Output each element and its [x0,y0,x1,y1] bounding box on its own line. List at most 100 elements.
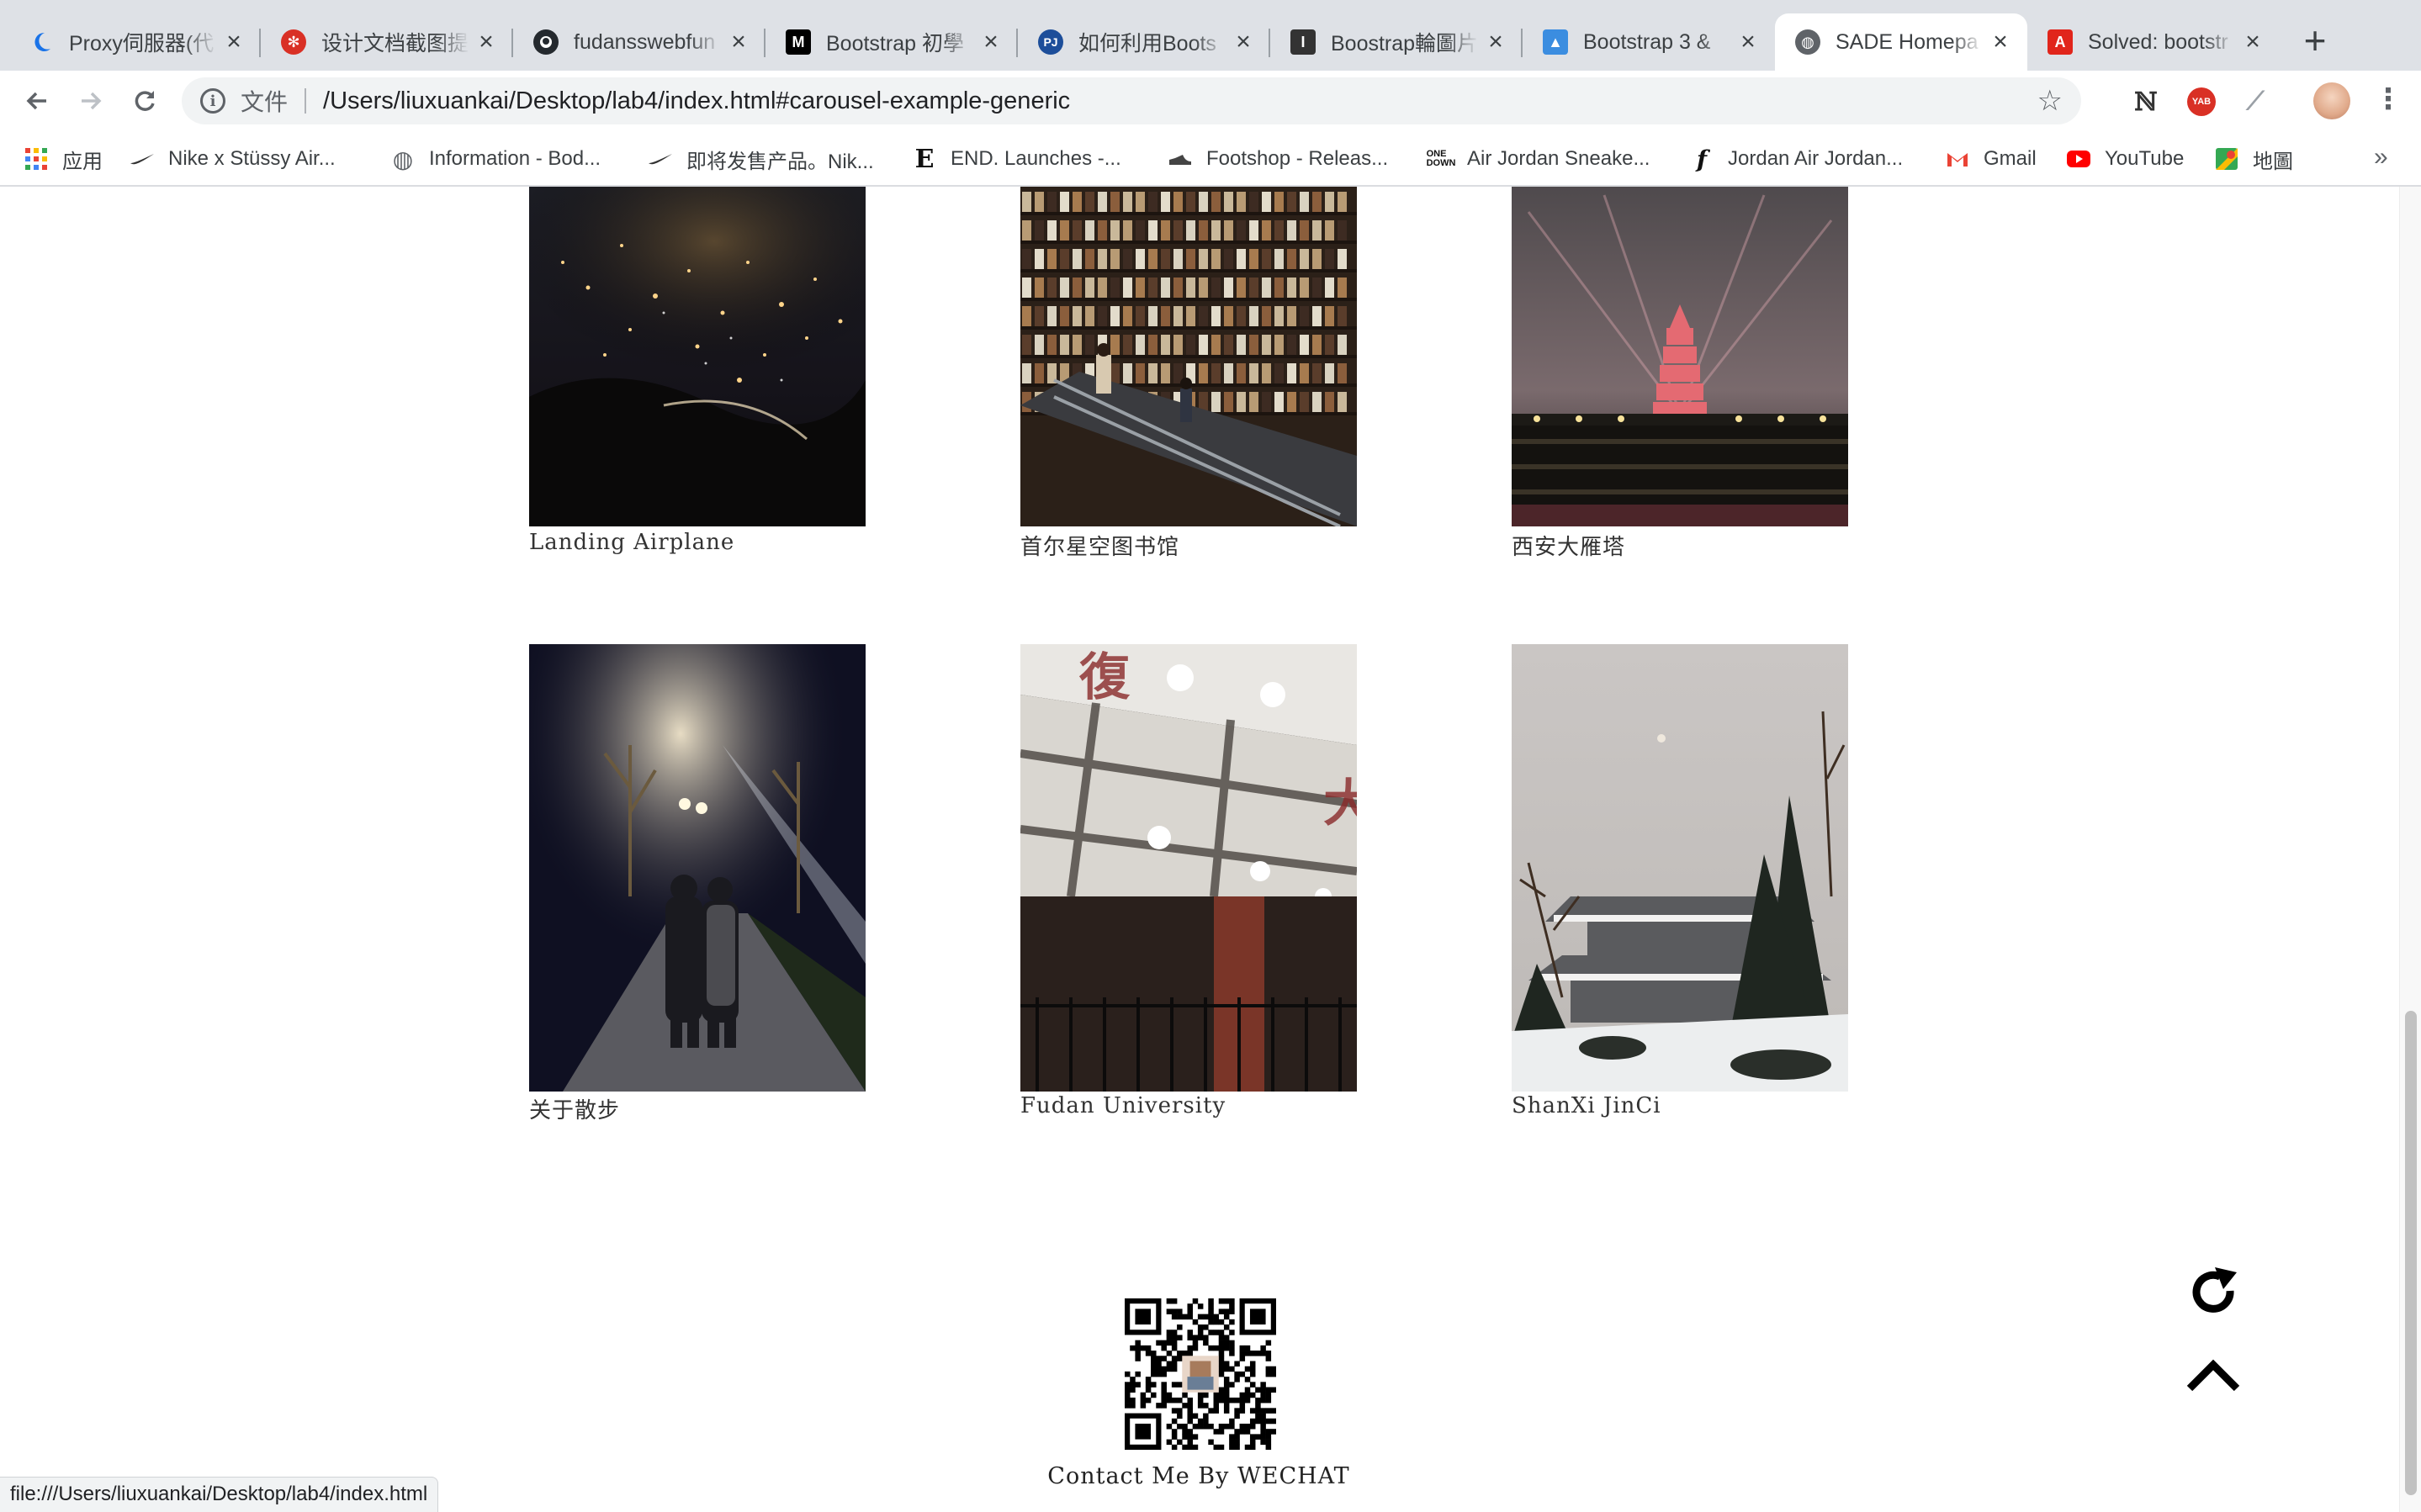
bookmark-label: Information - Bod... [429,147,601,170]
footshop-icon [1168,146,1193,172]
bookmark-star-icon[interactable]: ☆ [2037,84,2063,118]
tab-close-icon[interactable]: × [474,28,498,56]
tab-close-icon[interactable]: × [1989,28,2012,56]
tab-bootstrap-carousel[interactable]: I Boostrap輪圖片 × [1270,13,1523,71]
tab-design-doc[interactable]: ✻ 设计文档截图提 × [261,13,513,71]
bookmark-end-launches[interactable]: E END. Launches -... [912,141,1121,177]
gallery-photo-pagoda[interactable] [1512,187,1848,526]
gallery-photo-jinci[interactable] [1512,644,1848,1092]
bookmark-jordan[interactable]: f Jordan Air Jordan... [1689,141,1903,177]
tab-title: fudansswebfun [574,29,716,54]
gallery-caption: 西安大雁塔 [1512,535,1626,560]
gmail-icon [1945,146,1970,172]
tab-title: 设计文档截图提 [321,32,469,56]
tab-close-icon[interactable]: × [222,28,246,56]
omnibox-divider [305,88,307,114]
scrollbar-thumb[interactable] [2405,1011,2417,1495]
gallery-caption: 首尔星空图书馆 [1020,535,1180,560]
extension-slash-icon[interactable]: ⟋ [2239,86,2271,118]
tab-proxy[interactable]: Proxy伺服器(代 × [8,13,261,71]
maps-icon [2214,146,2239,172]
tab-close-icon[interactable]: × [727,28,750,56]
youtube-icon [2066,146,2091,172]
bookmark-label: 地圖 [2253,150,2293,173]
tab-close-icon[interactable]: × [1736,28,1760,56]
tab-solved-bootstrap[interactable]: A Solved: bootstr × [2027,13,2280,71]
tab-close-icon[interactable]: × [979,28,1003,56]
back-button[interactable] [19,82,56,119]
back-to-top-button[interactable] [2184,1345,2243,1404]
gallery-caption: 关于散步 [529,1098,621,1123]
url-text[interactable]: /Users/liuxuankai/Desktop/lab4/index.htm… [323,87,1070,115]
tab-bootstrap-3[interactable]: ▲ Bootstrap 3 & × [1523,13,1775,71]
svg-text:復: 復 [1078,648,1131,707]
tab-bootstrap-medium[interactable]: M Bootstrap 初學 × [766,13,1018,71]
bookmarks-bar: 应用 Nike x Stüssy Air... ◍ Information - … [0,131,2421,187]
tab-title: Solved: bootstr [2088,29,2228,54]
bookmark-air-jordan[interactable]: ONE DOWN Air Jordan Sneake... [1426,141,1650,177]
bookmark-nike-upcoming[interactable]: 即将发售产品。Nik... [648,141,874,177]
bookmark-label: Nike x Stüssy Air... [168,147,336,170]
bookmark-label: Jordan Air Jordan... [1728,147,1904,170]
forward-button[interactable] [72,82,109,119]
yab-extension-icon[interactable]: YAB [2185,86,2217,118]
bookmark-footshop[interactable]: Footshop - Releas... [1168,141,1388,177]
end-logo-icon: E [914,144,935,174]
gallery-photo-walk[interactable] [529,644,866,1092]
page-content: Landing Airplane 首尔星空图书馆 西安大雁塔 关于散步 復 大 … [0,187,2421,1512]
bookmark-apps[interactable]: 应用 [24,141,103,177]
reload-button[interactable] [126,82,163,119]
tab-strip: Proxy伺服器(代 × ✻ 设计文档截图提 × fudansswebfun ×… [0,0,2421,71]
tab-title: 如何利用Boots [1078,32,1216,56]
gallery-caption: ShanXi JinCi [1512,1093,1661,1118]
bookmark-label: END. Launches -... [951,147,1121,170]
tab-close-icon[interactable]: × [1484,28,1507,56]
bookmark-information[interactable]: ◍ Information - Bod... [390,141,601,177]
gallery-photo-landing-airplane[interactable] [529,187,866,526]
one-block-down-icon: ONE DOWN [1426,149,1456,168]
info-icon[interactable]: i [200,88,225,114]
tab-bootstrap-howto[interactable]: PJ 如何利用Boots × [1018,13,1270,71]
pj-icon: PJ [1038,29,1063,55]
nike-swoosh-icon [648,146,673,172]
bookmark-gmail[interactable]: Gmail [1945,141,2037,177]
medium-icon: M [786,29,811,55]
tab-close-icon[interactable]: × [1232,28,1255,56]
bookmark-nike-stussy[interactable]: Nike x Stüssy Air... [130,141,336,177]
svg-text:大: 大 [1323,775,1357,833]
bookmark-maps[interactable]: 地圖 [2214,141,2293,177]
chevron-up-icon [2186,1359,2240,1392]
new-tab-button[interactable]: + [2293,20,2337,64]
bookmark-label: Gmail [1984,147,2037,170]
tab-github[interactable]: fudansswebfun × [513,13,766,71]
tab-title: Boostrap輪圖片 [1331,32,1479,56]
bookmarks-overflow-icon[interactable]: » [2374,143,2388,172]
proxy-moon-icon [29,29,54,55]
address-bar[interactable]: i 文件 /Users/liuxuankai/Desktop/lab4/inde… [182,77,2081,124]
globe-icon: ◍ [392,145,414,172]
tab-title: SADE Homepa [1836,29,1979,54]
forward-arrow-icon [82,92,102,110]
profile-avatar[interactable] [2313,82,2350,119]
tab-sade-homepage[interactable]: ◍ SADE Homepa × [1775,13,2027,71]
contact-wechat-text[interactable]: Contact Me By WECHAT [1009,1463,1388,1489]
gallery-caption: Landing Airplane [529,530,735,555]
apps-grid-icon [24,146,49,172]
blog-icon: I [1290,29,1316,55]
menu-kebab-icon[interactable]: ⋮ [2374,82,2402,119]
bookmark-label: YouTube [2105,147,2185,170]
reload-icon [135,91,155,111]
tab-close-icon[interactable]: × [2241,28,2265,56]
tab-title: Bootstrap 3 & [1583,29,1711,54]
gallery-caption: Fudan University [1020,1093,1226,1118]
gallery-photo-fudan[interactable]: 復大 [1020,644,1357,1092]
extension-n-icon[interactable]: ℕ [2130,86,2162,118]
page-scrollbar[interactable] [2399,187,2421,1512]
refresh-icon [2192,1267,2237,1313]
refresh-button[interactable] [2184,1263,2243,1322]
bookmark-label: Footshop - Releas... [1206,147,1389,170]
gallery-photo-library[interactable] [1020,187,1357,526]
bookmark-label: 即将发售产品。Nik... [686,150,874,173]
bookmark-youtube[interactable]: YouTube [2066,141,2184,177]
status-bar-url: file:///Users/liuxuankai/Desktop/lab4/in… [0,1477,439,1512]
